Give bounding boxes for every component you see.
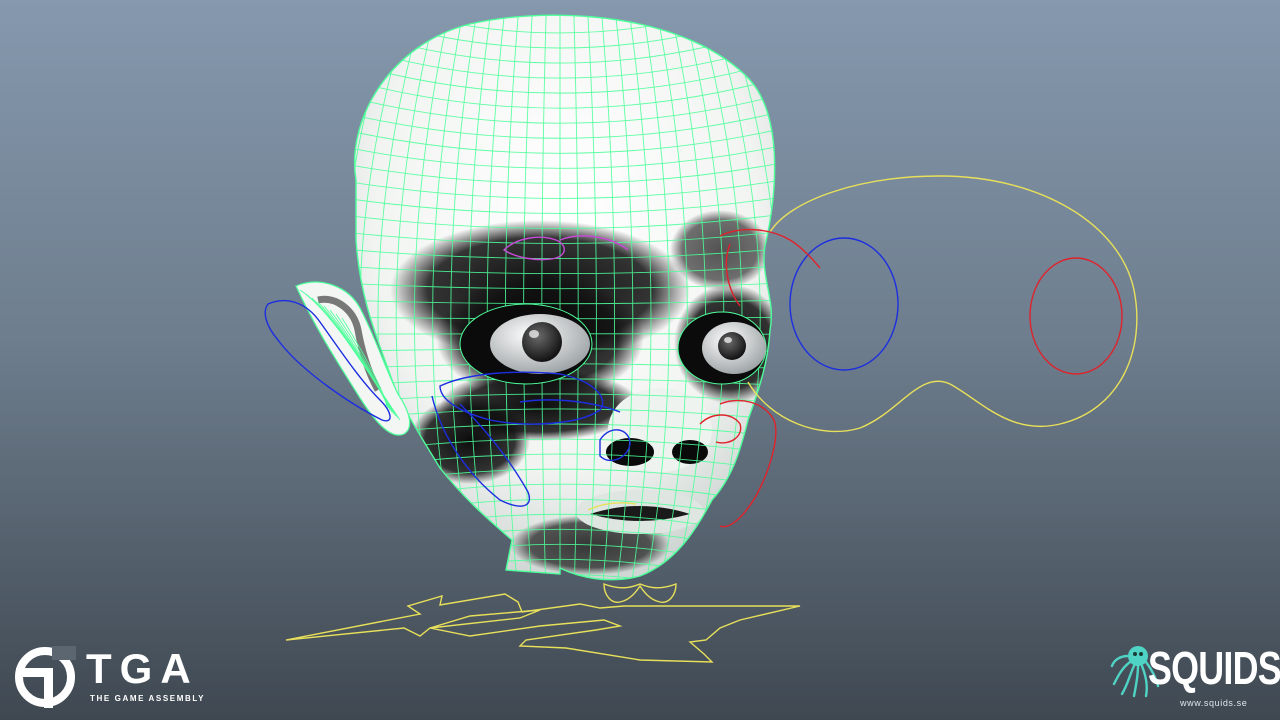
head-root-inner-control[interactable] (429, 609, 541, 629)
right-eyeball[interactable] (677, 311, 767, 385)
right-eye-target-control[interactable] (1029, 257, 1123, 375)
tga-logo: TGA THE GAME ASSEMBLY (14, 646, 214, 710)
maya-viewport[interactable] (0, 0, 1280, 720)
tga-wordmark: TGA (86, 645, 199, 692)
tga-circle-icon (15, 646, 76, 708)
tga-tagline: THE GAME ASSEMBLY (90, 694, 206, 703)
head-root-control[interactable] (285, 593, 801, 663)
squids-wordmark: SQUIDS (1148, 642, 1280, 694)
rig-scene (264, 14, 1138, 663)
squids-url: www.squids.se (1180, 698, 1248, 708)
squids-logo: SQUIDS www.squids.se (1108, 640, 1280, 714)
jaw-bow-control[interactable] (603, 582, 677, 603)
left-eye-target-control[interactable] (789, 237, 899, 371)
neck-controls[interactable] (285, 582, 801, 663)
eye-aim-control[interactable] (747, 175, 1138, 433)
